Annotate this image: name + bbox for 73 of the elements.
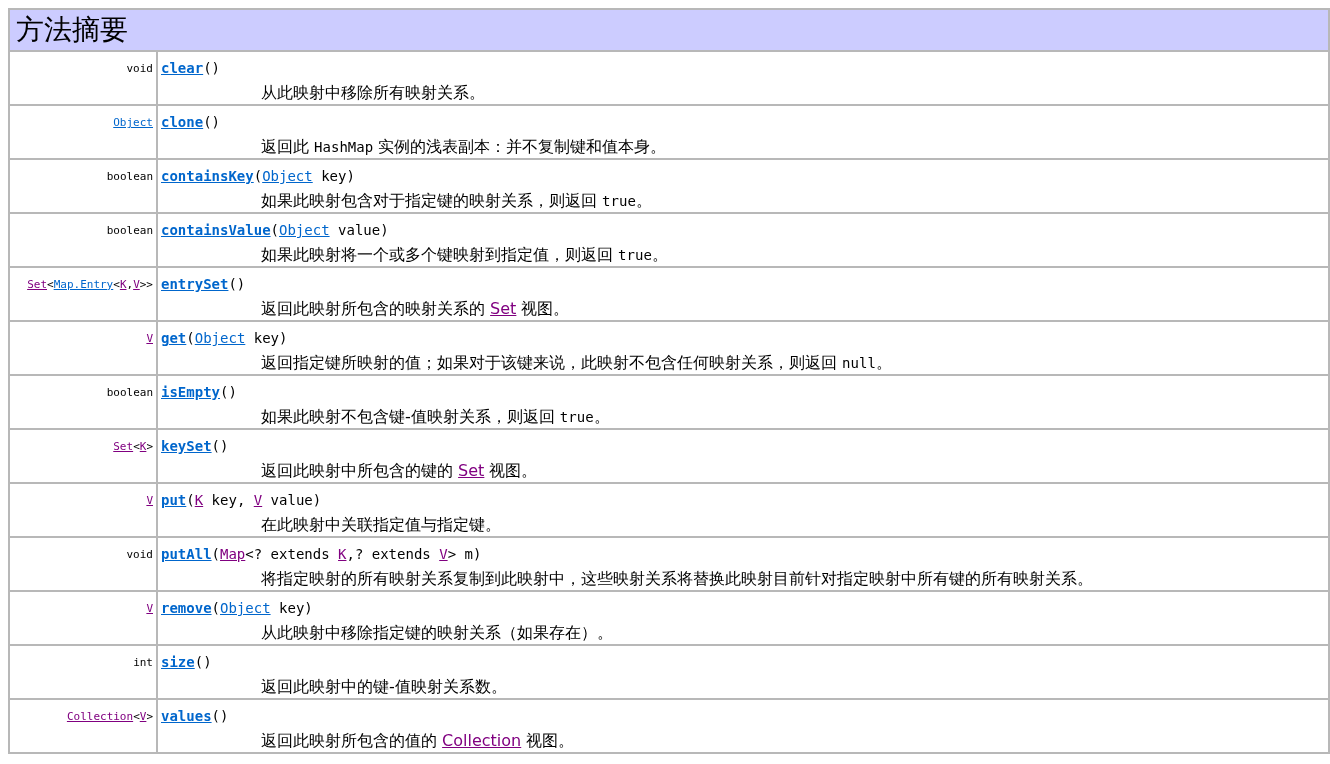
method-description: 将指定映射的所有映射关系复制到此映射中，这些映射关系将替换此映射目前针对指定映射中所有键的所有映射关系。 — [261, 569, 1093, 588]
type-link[interactable]: Collection — [442, 731, 522, 750]
type-link[interactable]: K — [139, 440, 147, 453]
type-link[interactable]: V — [133, 278, 140, 291]
type-link[interactable]: K — [194, 492, 204, 508]
return-type: Set<K> — [113, 439, 153, 455]
method-link[interactable]: containsValue — [161, 222, 271, 238]
method-signature: containsKey(Object key) — [161, 167, 355, 185]
type-link[interactable]: Object — [220, 600, 271, 616]
method-link[interactable]: get — [161, 330, 187, 346]
method-link[interactable]: remove — [161, 600, 212, 616]
type-link[interactable]: Object — [279, 222, 330, 238]
method-link[interactable]: size — [161, 654, 195, 670]
method-signature: isEmpty() — [161, 383, 237, 401]
method-description: 返回此映射所包含的值的 Collection 视图。 — [261, 731, 575, 750]
method-link[interactable]: values — [161, 708, 212, 724]
type-link[interactable]: Map.Entry — [53, 278, 114, 291]
method-description: 返回此映射中的键-值映射关系数。 — [261, 677, 507, 696]
type-link[interactable]: Set — [27, 278, 47, 291]
type-link[interactable]: Object — [113, 116, 153, 129]
method-signature: clone() — [161, 113, 220, 131]
method-description: 从此映射中移除所有映射关系。 — [261, 83, 485, 102]
table-cell: boolean — [9, 375, 157, 429]
table-cell: boolean — [9, 213, 157, 267]
method-link[interactable]: entrySet — [161, 276, 229, 292]
method-description: 返回此 HashMap 实例的浅表副本：并不复制键和值本身。 — [261, 137, 667, 156]
type-link[interactable]: Map — [220, 546, 246, 562]
type-link[interactable]: V — [139, 710, 147, 723]
method-link[interactable]: clear — [161, 60, 204, 76]
method-description: 如果此映射将一个或多个键映射到指定值，则返回 true。 — [261, 245, 668, 264]
method-description: 返回此映射中所包含的键的 Set 视图。 — [261, 461, 538, 480]
method-signature: putAll(Map<? extends K,? extends V> m) — [161, 545, 482, 563]
method-signature: entrySet() — [161, 275, 246, 293]
method-link[interactable]: isEmpty — [161, 384, 220, 400]
table-cell: boolean — [9, 159, 157, 213]
section-title: 方法摘要 — [9, 9, 1329, 51]
method-description: 从此映射中移除指定键的映射关系（如果存在）。 — [261, 623, 613, 642]
type-link[interactable]: K — [119, 278, 127, 291]
method-signature: get(Object key) — [161, 329, 288, 347]
table-cell: void — [9, 537, 157, 591]
type-link[interactable]: Set — [458, 461, 485, 480]
return-type: Collection<V> — [66, 709, 153, 725]
type-link[interactable]: Object — [262, 168, 313, 184]
method-description: 如果此映射包含对于指定键的映射关系，则返回 true。 — [261, 191, 652, 210]
type-link[interactable]: V — [146, 332, 153, 345]
type-link[interactable]: V — [146, 494, 153, 507]
method-link[interactable]: keySet — [161, 438, 212, 454]
type-link[interactable]: Collection — [66, 710, 134, 723]
method-signature: containsValue(Object value) — [161, 221, 389, 239]
method-signature: remove(Object key) — [161, 599, 313, 617]
method-link[interactable]: put — [161, 492, 187, 508]
type-link[interactable]: K — [338, 546, 347, 562]
type-link[interactable]: V — [439, 546, 448, 562]
return-type: Set<Map.Entry<K,V>> — [27, 277, 153, 293]
type-link[interactable]: V — [253, 492, 263, 508]
method-signature: clear() — [161, 59, 220, 77]
method-signature: keySet() — [161, 437, 229, 455]
type-link[interactable]: Set — [490, 299, 517, 318]
method-link[interactable]: containsKey — [161, 168, 254, 184]
table-cell: void — [9, 51, 157, 105]
method-signature: size() — [161, 653, 212, 671]
method-link[interactable]: clone — [161, 114, 204, 130]
method-signature: values() — [161, 707, 229, 725]
method-link[interactable]: putAll — [161, 546, 212, 562]
method-description: 如果此映射不包含键-值映射关系，则返回 true。 — [261, 407, 610, 426]
type-link[interactable]: V — [146, 602, 153, 615]
table-cell: int — [9, 645, 157, 699]
method-description: 在此映射中关联指定值与指定键。 — [261, 515, 501, 534]
method-description: 返回此映射所包含的映射关系的 Set 视图。 — [261, 299, 570, 318]
type-link[interactable]: Object — [194, 330, 246, 346]
method-signature: put(K key, V value) — [161, 491, 322, 509]
type-link[interactable]: Set — [113, 440, 134, 453]
method-description: 返回指定键所映射的值；如果对于该键来说，此映射不包含任何映射关系，则返回 null。 — [261, 353, 892, 372]
